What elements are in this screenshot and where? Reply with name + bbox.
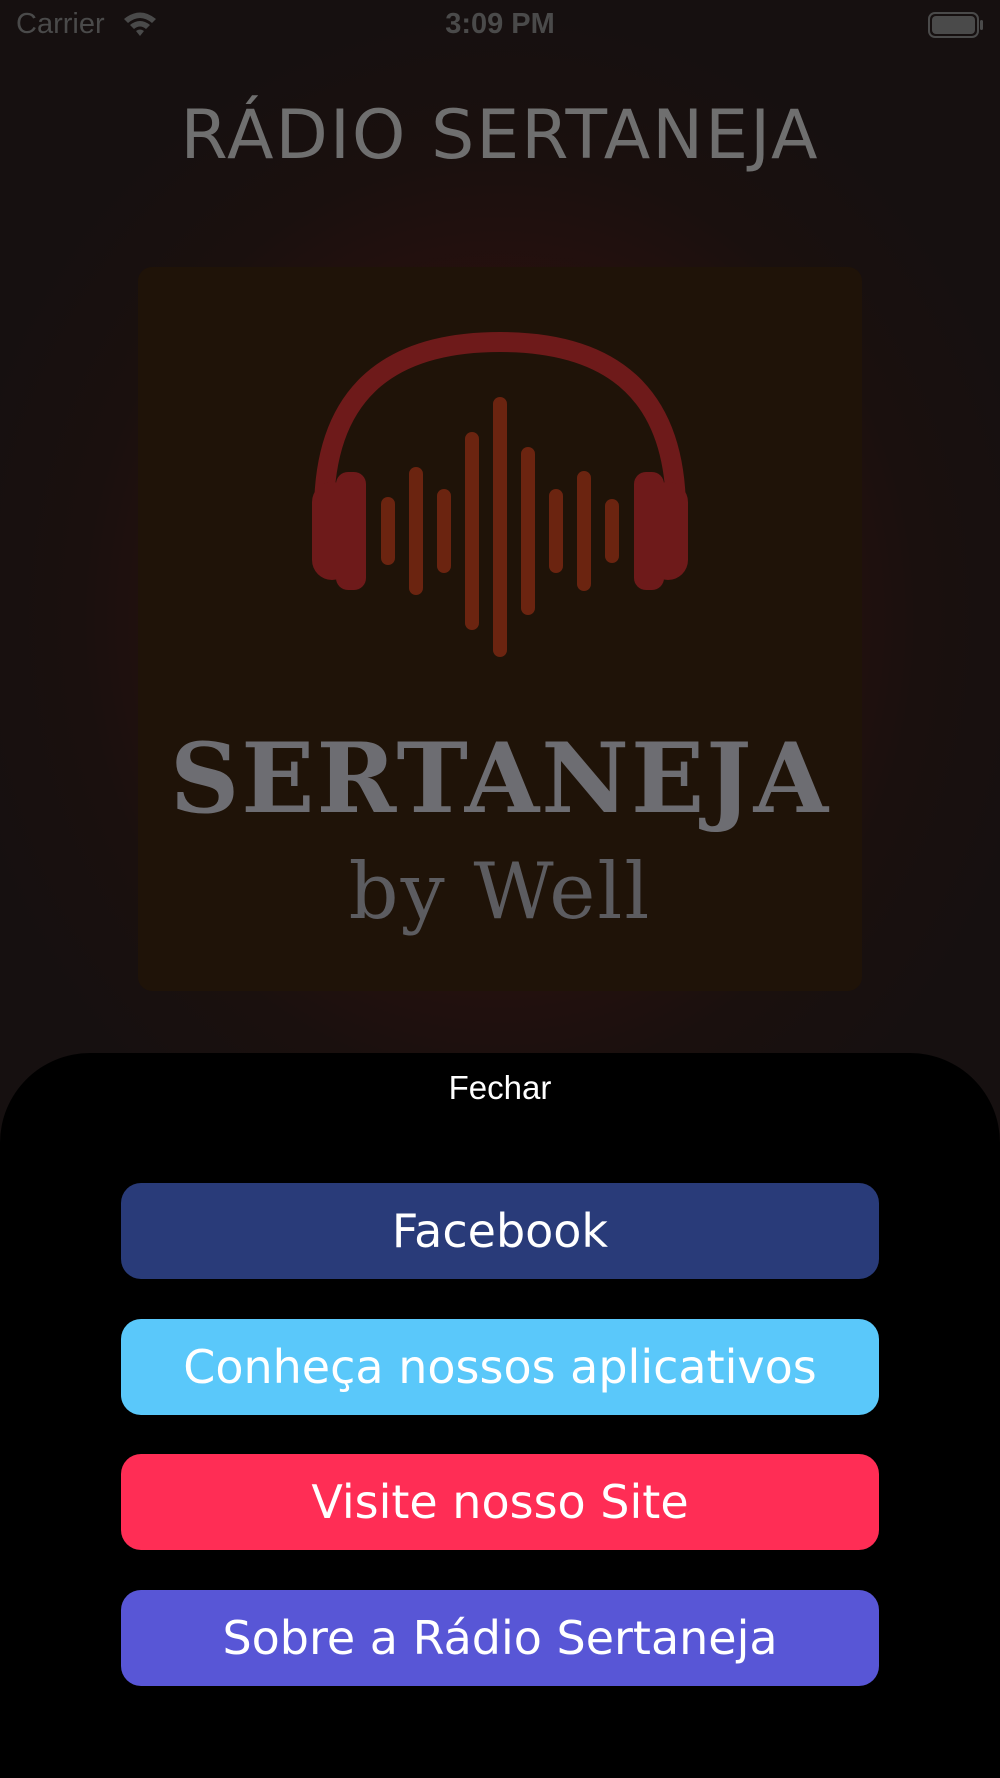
action-sheet: Fechar Facebook Conheça nossos aplicativ…: [0, 1053, 1000, 1778]
our-apps-button[interactable]: Conheça nossos aplicativos: [121, 1319, 879, 1415]
app-title: RÁDIO SERTANEJA: [180, 96, 820, 175]
status-bar: Carrier 3:09 PM: [0, 0, 1000, 50]
close-button[interactable]: Fechar: [0, 1069, 1000, 1107]
facebook-button[interactable]: Facebook: [121, 1183, 879, 1279]
about-radio-button[interactable]: Sobre a Rádio Sertaneja: [121, 1590, 879, 1686]
logo-byline: by Well: [348, 847, 652, 937]
status-time: 3:09 PM: [445, 8, 555, 40]
battery-icon: [928, 12, 983, 38]
visit-site-button[interactable]: Visite nosso Site: [121, 1454, 879, 1550]
logo-headline: SERTANEJA: [169, 722, 831, 835]
station-logo: SERTANEJA by Well: [138, 267, 862, 991]
